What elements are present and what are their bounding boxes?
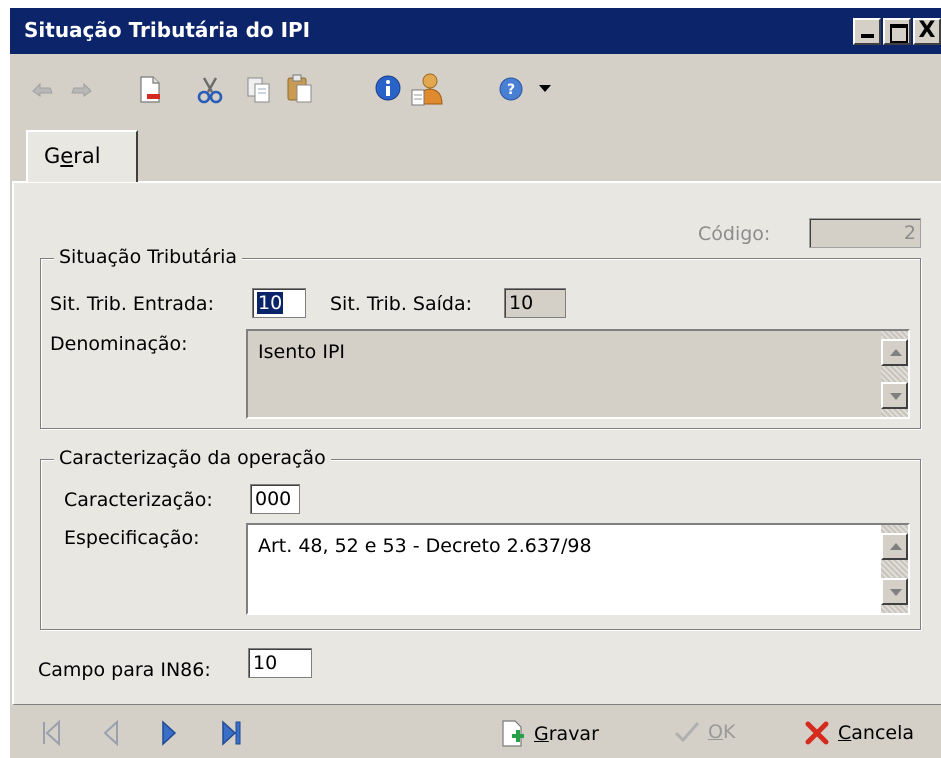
next-record-icon[interactable]	[160, 720, 178, 746]
ok-label: OK	[708, 721, 735, 743]
sit-trib-saida-field[interactable]: 10	[504, 288, 566, 318]
scroll-up-arrow-icon	[890, 543, 902, 550]
bottom-bar: Gravar OK Cancela	[10, 708, 941, 758]
tab-geral[interactable]: Geral	[26, 130, 138, 182]
cancel-x-icon	[805, 721, 829, 745]
cancela-button[interactable]: Cancela	[804, 720, 914, 746]
previous-record-icon[interactable]	[102, 720, 120, 746]
especificacao-text: Art. 48, 52 e 53 - Decreto 2.637/98	[258, 535, 592, 557]
campo-in86-field[interactable]: 10	[248, 648, 312, 678]
scroll-up-arrow-icon	[890, 349, 902, 356]
minimize-button[interactable]	[853, 18, 881, 45]
first-record-icon[interactable]	[40, 720, 62, 746]
toolbar: ?	[10, 54, 941, 118]
denominacao-text: Isento IPI	[258, 341, 346, 363]
caption-buttons: X	[853, 18, 941, 45]
maximize-button[interactable]	[883, 18, 911, 45]
cancela-mnemonic: C	[838, 722, 852, 744]
cancela-label: Cancela	[838, 722, 914, 744]
gravar-label: Gravar	[534, 723, 599, 745]
ok-button[interactable]: OK	[674, 720, 735, 744]
denominacao-memo[interactable]: Isento IPI	[246, 329, 910, 419]
ok-label-rest: K	[722, 721, 736, 743]
especificacao-scrollbar[interactable]	[881, 525, 908, 613]
scroll-down-button[interactable]	[881, 578, 908, 605]
copy-icon[interactable]	[246, 76, 272, 104]
last-record-icon[interactable]	[220, 720, 242, 746]
codigo-field[interactable]: 2	[809, 218, 921, 248]
situacao-tributaria-title: Situação Tributária	[54, 246, 243, 268]
cut-icon[interactable]	[196, 76, 224, 104]
codigo-label: Código:	[698, 223, 771, 245]
sit-trib-saida-label: Sit. Trib. Saída:	[330, 293, 472, 315]
especificacao-label: Especificação:	[64, 527, 200, 549]
user-icon[interactable]	[410, 72, 446, 106]
denominacao-scrollbar[interactable]	[881, 331, 908, 417]
new-document-icon[interactable]	[138, 76, 162, 104]
title-bar[interactable]: Situação Tributária do IPI X	[10, 8, 941, 54]
sit-trib-entrada-value: 10	[257, 292, 284, 314]
dropdown-arrow-icon[interactable]	[538, 84, 552, 94]
scroll-up-button[interactable]	[881, 339, 908, 366]
sit-trib-entrada-field[interactable]: 10	[252, 288, 306, 318]
ok-mnemonic: O	[708, 721, 723, 743]
undo-icon[interactable]	[30, 79, 56, 99]
scroll-down-button[interactable]	[881, 382, 908, 409]
gravar-label-rest: ravar	[548, 723, 599, 745]
tab-geral-label-g: G	[44, 144, 61, 168]
window-title: Situação Tributária do IPI	[24, 18, 311, 42]
especificacao-memo[interactable]: Art. 48, 52 e 53 - Decreto 2.637/98	[246, 523, 910, 615]
scroll-up-button[interactable]	[881, 533, 908, 560]
caracterizacao-field[interactable]: 000	[250, 484, 300, 514]
sit-trib-entrada-label: Sit. Trib. Entrada:	[50, 293, 214, 315]
tab-geral-label-rest: ral	[73, 144, 101, 168]
save-document-icon	[502, 720, 524, 747]
tab-geral-label-mnemonic: e	[60, 144, 74, 168]
close-button[interactable]: X	[913, 18, 941, 45]
svg-text:?: ?	[507, 82, 515, 98]
tab-panel: Código: 2 Situação Tributária Sit. Trib.…	[12, 181, 941, 705]
scroll-down-arrow-icon	[890, 393, 902, 400]
gravar-mnemonic: G	[534, 723, 549, 745]
help-icon[interactable]: ?	[498, 76, 524, 102]
paste-icon[interactable]	[286, 74, 314, 104]
dialog-window: Situação Tributária do IPI X ? Geral Cód…	[10, 8, 941, 758]
caracterizacao-operacao-title: Caracterização da operação	[54, 447, 331, 469]
campo-in86-label: Campo para IN86:	[38, 659, 211, 681]
denominacao-label: Denominação:	[50, 333, 188, 355]
checkmark-icon	[674, 722, 700, 743]
redo-icon[interactable]	[68, 79, 94, 99]
cancela-label-rest: ancela	[851, 722, 915, 744]
gravar-button[interactable]: Gravar	[500, 720, 599, 748]
info-icon[interactable]	[374, 74, 402, 102]
caracterizacao-label: Caracterização:	[64, 489, 213, 511]
scroll-down-arrow-icon	[890, 589, 902, 596]
